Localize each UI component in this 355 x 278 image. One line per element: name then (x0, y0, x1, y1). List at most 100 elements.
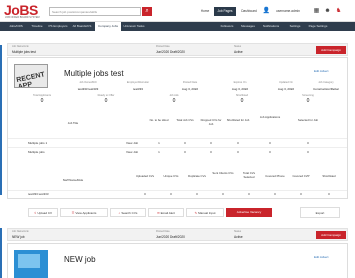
table2-row0-cell2: 0 (196, 192, 198, 196)
search-cvs-label: Search CVs (121, 211, 138, 215)
user-icon[interactable]: ☻ (323, 7, 332, 16)
notification-icon[interactable]: ♞ (334, 7, 343, 16)
job2-edit-link[interactable]: Edit Advert (314, 255, 329, 259)
table1-row1-cell0: 1 (158, 150, 160, 154)
table1-row0-cell2: 0 (210, 141, 212, 145)
subnav-notifications[interactable]: Notifications (259, 22, 283, 31)
nav-job-pages[interactable]: Job Pages (214, 7, 236, 16)
table2-header-6: Covered Phone (265, 174, 285, 178)
table1-header-3: Dropped CVs for Job (200, 118, 222, 126)
job2-image (14, 250, 48, 278)
job1-add-campaign-button[interactable]: Add Campaign (316, 46, 346, 54)
stat-value-1: 0 (104, 98, 108, 104)
meta-label-1: Employer/Recruiter (126, 81, 150, 84)
table1-row0-cell0: 1 (158, 141, 160, 145)
stat-value-4: 0 (306, 98, 310, 104)
meta-value-4: Aug 3, 2022 (277, 87, 295, 91)
job1-head-label-status: Status (234, 45, 242, 48)
table2-row0-cell4: 0 (248, 192, 250, 196)
table1-row0-cell5: 0 (307, 141, 309, 145)
meta-label-2: Posted Date (182, 81, 198, 84)
stat-label-4: Screening (302, 94, 314, 97)
stamp-text: RECENT APP (15, 71, 46, 88)
nav-dashboard[interactable]: Dashboard (238, 7, 260, 16)
subnav-company-jobs[interactable]: Company Jobs (95, 22, 121, 31)
table1-header-title: Job Title (67, 121, 79, 125)
grid-icon[interactable]: ▦ (312, 7, 321, 16)
users-icon: ☰ (71, 211, 75, 215)
job2-head-date: Jun/2020 Draft/2020 (156, 235, 185, 239)
email-alert-button[interactable]: ✉Email Alert (148, 208, 184, 217)
meta-value-0: test333 test333 (77, 87, 99, 91)
view-applicants-label: View Applicants (75, 211, 97, 215)
table1-row0-action[interactable]: View Job (126, 141, 138, 145)
table1-row1-action[interactable]: View Job (126, 150, 138, 154)
meta-label-5: Job Category (318, 81, 334, 84)
table1-row0-title[interactable]: Multiple jobs 1 (28, 141, 47, 145)
table1-header-5: Job Applications (259, 115, 281, 119)
table2-header-5: Total CVs Selected (243, 171, 255, 179)
search-button[interactable]: ⌕ (142, 7, 152, 16)
job1-card: RECENT APP Multiple jobs test Edit Adver… (7, 57, 348, 199)
nav-username[interactable]: username.admin (272, 7, 304, 16)
table1-header-4: Shortlisted for Job (226, 118, 250, 122)
meta-value-3: Aug 3, 2022 (231, 87, 249, 91)
table1-row1-cell4: 0 (269, 150, 271, 154)
advertise-vacancy-button[interactable]: Advertise Vacancy (226, 208, 272, 217)
job1-edit-link[interactable]: Edit Advert (314, 69, 329, 73)
job2-card: NEW job Edit Advert (7, 243, 348, 278)
stat-value-3: 0 (240, 98, 244, 104)
upload-cv-button[interactable]: ⇪Upload CV (28, 208, 58, 217)
stat-label-0: Total Applicants (32, 94, 52, 97)
table2-row0-name: test333 test333 (28, 192, 49, 196)
table-row: test333 test333 0 0 0 0 0 0 0 0 (8, 190, 347, 198)
stat-value-0: 0 (40, 98, 44, 104)
subnav-settings[interactable]: Settings (286, 22, 304, 31)
user-avatar-icon[interactable]: 👤 (262, 7, 271, 16)
table1-row1-cell1: 0 (184, 150, 186, 154)
mail-icon: ✉ (157, 211, 160, 215)
upload-cv-label: Upload CV (37, 211, 53, 215)
view-applicants-button[interactable]: ☰View Applicants (60, 208, 108, 217)
meta-value-2: Aug 3, 2022 (181, 87, 199, 91)
stat-label-2: Job Ads (169, 94, 179, 97)
subnav-page-settings[interactable]: Page Settings (305, 22, 331, 31)
subnav-messages[interactable]: Messages (238, 22, 258, 31)
nav-home[interactable]: Home (196, 7, 214, 16)
job2-title: NEW job (64, 255, 96, 264)
manual-input-button[interactable]: ✎Manual Input (186, 208, 224, 217)
table2-row0-cell1: 0 (170, 192, 172, 196)
table2-row0-cell3: 0 (222, 192, 224, 196)
job2-head-label-status: Status (234, 230, 242, 233)
export-button[interactable]: Export (300, 207, 340, 218)
table2-header-4: Sent Clients CVs (212, 171, 234, 175)
job2-head-label-name: Job Name/Link (12, 230, 29, 233)
job1-title: Multiple jobs test (64, 69, 124, 78)
subnav-ps-employers[interactable]: PS Employers (47, 22, 69, 31)
logo-subtitle: JOB OFFER BOARD SYSTEM (5, 16, 40, 19)
job2-image-inner (18, 254, 40, 268)
job1-head-status: Active (234, 50, 243, 54)
search-input[interactable]: Search job posts/companies/skills (49, 7, 141, 16)
search-icon: ⌕ (145, 8, 149, 14)
subnav-jobs[interactable]: Jobs/CRS (6, 22, 26, 31)
subnav-all-boards[interactable]: All Boards/CS (70, 22, 94, 31)
manual-input-label: Manual Input (198, 211, 216, 215)
meta-label-4: Updated On (279, 81, 293, 84)
search-cvs-button[interactable]: ⌕Search CVs (110, 208, 146, 217)
job2-head-status: Active (234, 235, 243, 239)
left-marker (0, 228, 2, 278)
sub-nav: Jobs/CRS Timeline PS Employers All Board… (0, 22, 355, 31)
job2-head-label-date: Posted Date (156, 230, 170, 233)
job2-add-campaign-button[interactable]: Add Campaign (316, 231, 346, 239)
job1-head-name[interactable]: Multiple jobs test (12, 50, 36, 54)
table1-row1-title[interactable]: Multiple jobs (28, 150, 45, 154)
subnav-unknown-tasks[interactable]: Unknown Tasks (122, 22, 146, 31)
subnav-timeline[interactable]: Timeline (28, 22, 46, 31)
left-marker (0, 45, 2, 195)
subnav-followers[interactable]: Followers (218, 22, 236, 31)
edit-icon: ✎ (194, 211, 198, 215)
job2-head-name[interactable]: NEW job (12, 235, 25, 239)
job2-head: Job Name/Link NEW job Posted Date Jun/20… (7, 228, 348, 241)
top-bar: JoBS JOB OFFER BOARD SYSTEM Search job p… (0, 0, 355, 22)
